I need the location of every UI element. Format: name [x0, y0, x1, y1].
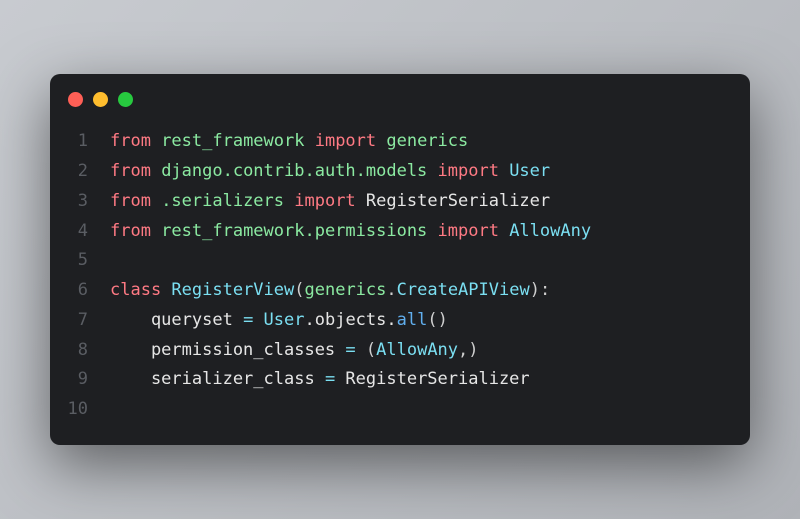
line-content: queryset = User.objects.all(): [110, 306, 448, 336]
line-number: 9: [50, 365, 110, 395]
code-token: (: [294, 280, 304, 300]
maximize-icon[interactable]: [118, 92, 133, 107]
code-line: 6class RegisterView(generics.CreateAPIVi…: [50, 276, 750, 306]
code-token: .serializers: [161, 191, 294, 211]
code-line: 1from rest_framework import generics: [50, 127, 750, 157]
code-token: CreateAPIView: [397, 280, 530, 300]
line-content: class RegisterView(generics.CreateAPIVie…: [110, 276, 550, 306]
code-token: AllowAny: [509, 221, 591, 241]
code-token: .: [386, 280, 396, 300]
code-line: 9 serializer_class = RegisterSerializer: [50, 365, 750, 395]
code-token: =: [325, 369, 345, 389]
code-token: all: [397, 310, 428, 330]
code-token: from: [110, 191, 161, 211]
code-token: generics: [386, 131, 468, 151]
line-content: from django.contrib.auth.models import U…: [110, 157, 550, 187]
line-content: permission_classes = (AllowAny,): [110, 336, 479, 366]
line-content: from .serializers import RegisterSeriali…: [110, 187, 550, 217]
code-token: import: [315, 131, 387, 151]
code-token: generics: [305, 280, 387, 300]
window-titlebar: [50, 74, 750, 117]
code-window: 1from rest_framework import generics2fro…: [50, 74, 750, 445]
code-token: .objects.: [305, 310, 397, 330]
code-token: (: [366, 340, 376, 360]
line-content: serializer_class = RegisterSerializer: [110, 365, 530, 395]
line-number: 8: [50, 336, 110, 366]
code-line: 5: [50, 246, 750, 276]
code-token: RegisterSerializer: [345, 369, 529, 389]
minimize-icon[interactable]: [93, 92, 108, 107]
code-token: from: [110, 221, 161, 241]
code-token: class: [110, 280, 171, 300]
line-content: from rest_framework.permissions import A…: [110, 217, 591, 247]
line-number: 6: [50, 276, 110, 306]
code-token: User: [509, 161, 550, 181]
code-token: serializer_class: [110, 369, 325, 389]
code-token: ,): [458, 340, 478, 360]
line-number: 3: [50, 187, 110, 217]
code-token: import: [438, 221, 510, 241]
code-token: =: [243, 310, 263, 330]
line-number: 1: [50, 127, 110, 157]
code-token: AllowAny: [376, 340, 458, 360]
close-icon[interactable]: [68, 92, 83, 107]
code-token: =: [345, 340, 365, 360]
code-token: (): [427, 310, 447, 330]
code-editor[interactable]: 1from rest_framework import generics2fro…: [50, 117, 750, 425]
line-number: 10: [50, 395, 110, 425]
code-line: 10: [50, 395, 750, 425]
code-token: from: [110, 161, 161, 181]
line-number: 4: [50, 217, 110, 247]
code-line: 8 permission_classes = (AllowAny,): [50, 336, 750, 366]
code-token: RegisterView: [171, 280, 294, 300]
code-token: RegisterSerializer: [366, 191, 550, 211]
code-token: queryset: [110, 310, 243, 330]
code-token: import: [294, 191, 366, 211]
code-line: 2from django.contrib.auth.models import …: [50, 157, 750, 187]
code-token: rest_framework: [161, 131, 315, 151]
line-number: 2: [50, 157, 110, 187]
line-number: 5: [50, 246, 110, 276]
code-token: ):: [530, 280, 550, 300]
line-number: 7: [50, 306, 110, 336]
code-token: rest_framework.permissions: [161, 221, 437, 241]
line-content: from rest_framework import generics: [110, 127, 468, 157]
code-token: permission_classes: [110, 340, 345, 360]
code-line: 4from rest_framework.permissions import …: [50, 217, 750, 247]
code-token: User: [264, 310, 305, 330]
code-token: import: [438, 161, 510, 181]
code-line: 7 queryset = User.objects.all(): [50, 306, 750, 336]
code-token: django.contrib.auth.models: [161, 161, 437, 181]
code-token: from: [110, 131, 161, 151]
code-line: 3from .serializers import RegisterSerial…: [50, 187, 750, 217]
